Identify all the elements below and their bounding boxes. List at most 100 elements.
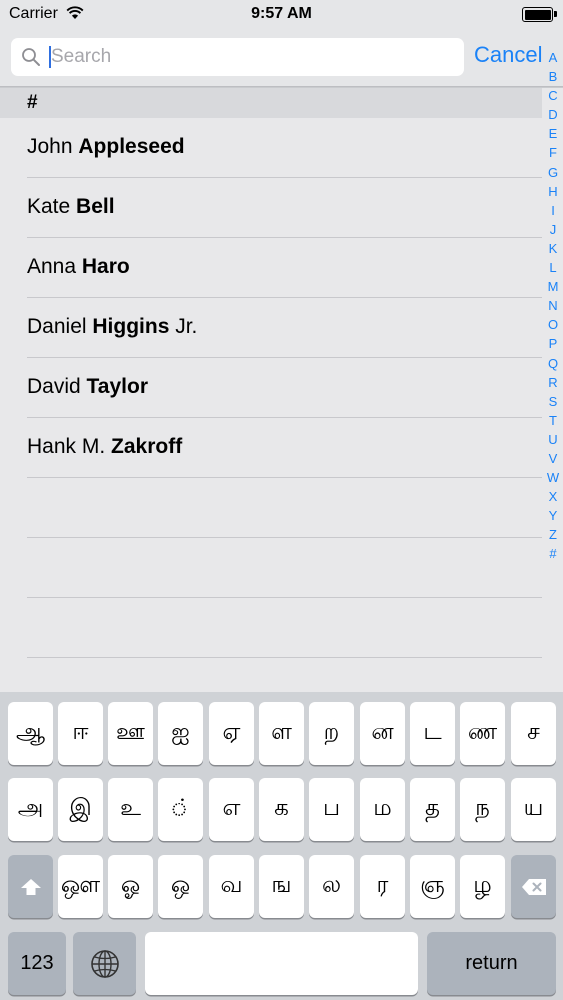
key[interactable]: வ: [209, 855, 254, 918]
contact-row[interactable]: Anna Haro: [0, 238, 542, 298]
shift-key[interactable]: [8, 855, 53, 918]
battery-nub: [554, 11, 557, 17]
contact-first-name: Daniel: [27, 315, 93, 338]
search-field[interactable]: [11, 38, 464, 76]
key[interactable]: ச: [511, 702, 556, 765]
empty-row: [0, 538, 542, 598]
section-index-letter[interactable]: V: [544, 449, 562, 468]
contact-first-name: Anna: [27, 255, 82, 278]
section-index[interactable]: A B C D E F G H I J K L M N O P Q R S T U V W X Y Z #: [544, 48, 562, 564]
contact-last-name: Appleseed: [78, 135, 185, 158]
key[interactable]: ர: [360, 855, 405, 918]
key[interactable]: ன: [360, 702, 405, 765]
section-index-letter[interactable]: T: [544, 411, 562, 430]
contact-first-name: Kate: [27, 195, 77, 218]
section-index-letter[interactable]: I: [544, 201, 562, 220]
search-icon: [22, 48, 40, 66]
key[interactable]: ல: [309, 855, 354, 918]
numbers-key[interactable]: 123: [8, 932, 66, 995]
contacts-list[interactable]: # John Appleseed Kate Bell Anna Haro Daniel…: [0, 88, 563, 692]
contact-name: John Appleseed: [27, 135, 185, 159]
contact-name: Hank M. Zakroff: [27, 435, 182, 459]
shift-icon: [20, 878, 41, 895]
section-index-letter[interactable]: S: [544, 392, 562, 411]
section-index-letter[interactable]: Q: [544, 354, 562, 373]
section-index-letter[interactable]: P: [544, 334, 562, 353]
section-index-letter[interactable]: M: [544, 277, 562, 296]
contact-first-name: John: [27, 135, 79, 158]
key[interactable]: ஏ: [209, 702, 254, 765]
search-input[interactable]: [51, 38, 451, 76]
key[interactable]: ய: [511, 778, 556, 841]
key[interactable]: அ: [8, 778, 53, 841]
key[interactable]: ஈ: [58, 702, 103, 765]
section-index-letter[interactable]: U: [544, 430, 562, 449]
section-index-letter[interactable]: W: [544, 468, 562, 487]
section-index-letter[interactable]: H: [544, 182, 562, 201]
status-bar: Carrier 9:57 AM: [0, 0, 563, 30]
contact-row[interactable]: David Taylor: [0, 358, 542, 418]
contacts-search-screen: Carrier 9:57 AM Cancel # John Appleseed K…: [0, 0, 563, 1000]
battery-icon: [522, 7, 553, 22]
key[interactable]: ்: [158, 778, 203, 841]
key[interactable]: ட: [410, 702, 455, 765]
key[interactable]: ஐ: [158, 702, 203, 765]
key[interactable]: ழ: [460, 855, 505, 918]
key[interactable]: எ: [209, 778, 254, 841]
contact-last-name: Higgins: [92, 315, 170, 338]
contact-row[interactable]: Hank M. Zakroff: [0, 418, 542, 478]
section-index-letter[interactable]: Y: [544, 506, 562, 525]
tamil-keyboard: ஆ ஈ ஊ ஐ ஏ ள ற ன ட ண ச அ இ உ் எ க ப ம த ந ய ஔ ஓ ஒ வ ங ல ர ஞ ழ 123 return: [0, 692, 563, 1000]
cancel-button[interactable]: Cancel: [474, 42, 542, 68]
key[interactable]: ஆ: [8, 702, 53, 765]
section-index-letter[interactable]: G: [544, 163, 562, 182]
key[interactable]: ஞ: [410, 855, 455, 918]
key[interactable]: ஓ: [108, 855, 153, 918]
section-index-letter[interactable]: F: [544, 143, 562, 162]
key[interactable]: த: [410, 778, 455, 841]
space-key[interactable]: [145, 932, 418, 995]
delete-icon: [521, 878, 546, 895]
section-index-letter[interactable]: Z: [544, 525, 562, 544]
section-index-letter[interactable]: N: [544, 296, 562, 315]
contact-first-name: David: [27, 375, 87, 398]
status-time: 9:57 AM: [251, 5, 312, 22]
key[interactable]: ள: [259, 702, 304, 765]
key[interactable]: ம: [360, 778, 405, 841]
contact-name: Kate Bell: [27, 195, 115, 219]
section-index-letter[interactable]: B: [544, 67, 562, 86]
section-header-title: #: [27, 92, 38, 113]
section-index-letter[interactable]: A: [544, 48, 562, 67]
section-index-letter[interactable]: J: [544, 220, 562, 239]
contact-suffix: Jr.: [169, 315, 198, 338]
key[interactable]: க: [259, 778, 304, 841]
key[interactable]: ந: [460, 778, 505, 841]
section-index-letter[interactable]: R: [544, 373, 562, 392]
contact-row[interactable]: Daniel Higgins Jr.: [0, 298, 542, 358]
section-index-letter[interactable]: L: [544, 258, 562, 277]
contact-row[interactable]: Kate Bell: [0, 178, 542, 238]
key[interactable]: ற: [309, 702, 354, 765]
key[interactable]: ண: [460, 702, 505, 765]
key[interactable]: ங: [259, 855, 304, 918]
globe-icon: [90, 949, 119, 978]
key[interactable]: ஊ: [108, 702, 153, 765]
section-index-letter[interactable]: K: [544, 239, 562, 258]
search-bar: Cancel: [0, 30, 563, 87]
key[interactable]: இ: [58, 778, 103, 841]
key[interactable]: ப: [309, 778, 354, 841]
section-index-letter[interactable]: E: [544, 124, 562, 143]
section-index-letter[interactable]: X: [544, 487, 562, 506]
globe-key[interactable]: [73, 932, 136, 995]
section-index-letter[interactable]: D: [544, 105, 562, 124]
contact-row[interactable]: John Appleseed: [0, 118, 542, 178]
section-index-letter[interactable]: #: [544, 544, 562, 563]
key[interactable]: ஒ: [158, 855, 203, 918]
key[interactable]: ஔ: [58, 855, 103, 918]
delete-key[interactable]: [511, 855, 556, 918]
key[interactable]: உ: [108, 778, 153, 841]
contact-name: Daniel Higgins Jr.: [27, 315, 197, 339]
section-index-letter[interactable]: C: [544, 86, 562, 105]
return-key[interactable]: return: [427, 932, 556, 995]
section-index-letter[interactable]: O: [544, 315, 562, 334]
